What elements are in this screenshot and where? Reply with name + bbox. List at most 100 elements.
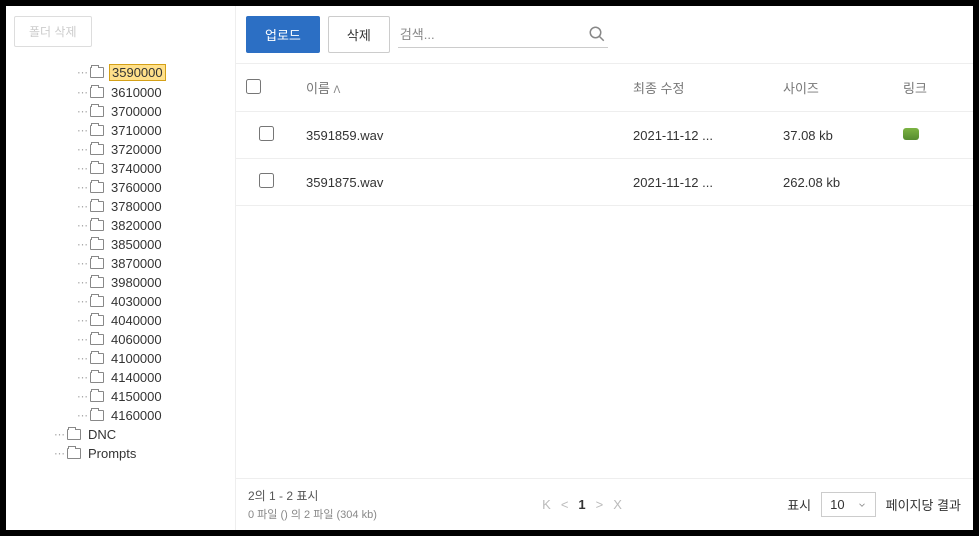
sidebar-item-label: 4100000 <box>109 351 164 366</box>
folder-icon <box>90 334 104 345</box>
sidebar-item-label: 4150000 <box>109 389 164 404</box>
delete-button[interactable]: 삭제 <box>328 16 390 53</box>
footer-bar: 2의 1 - 2 표시 0 파일 () 의 2 파일 (304 kb) K < … <box>236 478 973 530</box>
folder-icon <box>90 391 104 402</box>
tree-connector-icon: ⋯ <box>77 371 88 384</box>
folder-icon <box>90 239 104 250</box>
sidebar-item-3590000[interactable]: ⋯3590000 <box>77 62 227 83</box>
sidebar-item-3740000[interactable]: ⋯ 3740000 <box>77 159 227 178</box>
folder-icon <box>90 87 104 98</box>
link-icon[interactable] <box>903 128 919 140</box>
sidebar-item-label: 4040000 <box>109 313 164 328</box>
sidebar-item-4150000[interactable]: ⋯ 4150000 <box>77 387 227 406</box>
sidebar-tree: 폴더 삭제 ⋯3590000⋯3610000⋯3700000⋯3710000⋯3… <box>6 6 236 530</box>
folder-icon <box>90 106 104 117</box>
table-row[interactable]: 3591859.wav2021-11-12 ...37.08 kb <box>236 112 973 159</box>
sidebar-item-4100000[interactable]: ⋯4100000 <box>77 349 227 368</box>
folder-icon <box>90 353 104 364</box>
prev-page-button[interactable]: < <box>561 497 569 512</box>
current-page: 1 <box>578 497 585 512</box>
tree-connector-icon: ⋯ <box>77 390 88 403</box>
page-size-label: 표시 <box>787 495 811 514</box>
sidebar-item-3780000[interactable]: ⋯ 3780000 <box>77 197 227 216</box>
sidebar-item-3760000[interactable]: ⋯3760000 <box>77 178 227 197</box>
sidebar-item-dnc[interactable]: ⋯ DNC <box>54 425 227 444</box>
tree-connector-icon: ⋯ <box>77 200 88 213</box>
folder-icon <box>90 144 104 155</box>
sidebar-item-label: 3610000 <box>109 85 164 100</box>
sidebar-item-label: 3980000 <box>109 275 164 290</box>
sidebar-item-label: 3780000 <box>109 199 164 214</box>
next-page-button[interactable]: > <box>596 497 604 512</box>
cell-modified: 2021-11-12 ... <box>623 112 773 159</box>
sidebar-item-3980000[interactable]: ⋯ 3980000 <box>77 273 227 292</box>
sidebar-item-label: 3710000 <box>109 123 164 138</box>
tree-connector-icon: ⋯ <box>77 105 88 118</box>
sidebar-item-label: DNC <box>86 427 118 442</box>
tree-connector-icon: ⋯ <box>54 428 65 441</box>
sidebar-item-4040000[interactable]: ⋯ 4040000 <box>77 311 227 330</box>
chevron-down-icon <box>857 500 867 510</box>
column-header-name[interactable]: 이름 ᐱ <box>296 64 623 112</box>
select-all-checkbox[interactable] <box>246 79 261 94</box>
sidebar-item-label: 3870000 <box>109 256 164 271</box>
sidebar-item-3700000[interactable]: ⋯3700000 <box>77 102 227 121</box>
sidebar-item-3710000[interactable]: ⋯ 3710000 <box>77 121 227 140</box>
tree-connector-icon: ⋯ <box>77 238 88 251</box>
upload-button[interactable]: 업로드 <box>246 16 320 53</box>
tree-connector-icon: ⋯ <box>77 162 88 175</box>
sidebar-item-4030000[interactable]: ⋯4030000 <box>77 292 227 311</box>
sidebar-item-3850000[interactable]: ⋯ 3850000 <box>77 235 227 254</box>
folder-icon <box>90 182 104 193</box>
tree-connector-icon: ⋯ <box>77 86 88 99</box>
folder-icon <box>90 277 104 288</box>
table-row[interactable]: 3591875.wav2021-11-12 ...262.08 kb <box>236 159 973 206</box>
sidebar-item-label: 3590000 <box>109 64 166 81</box>
column-header-link[interactable]: 링크 <box>893 64 973 112</box>
tree-connector-icon: ⋯ <box>54 447 65 460</box>
tree-connector-icon: ⋯ <box>77 257 88 270</box>
search-input[interactable] <box>400 27 588 42</box>
folder-icon <box>90 372 104 383</box>
row-checkbox[interactable] <box>259 173 274 188</box>
last-page-button[interactable]: X <box>613 497 622 512</box>
sidebar-item-3820000[interactable]: ⋯3820000 <box>77 216 227 235</box>
column-header-size[interactable]: 사이즈 <box>773 64 893 112</box>
showing-text: 2의 1 - 2 표시 <box>248 487 377 504</box>
column-header-modified[interactable]: 최종 수정 <box>623 64 773 112</box>
results-per-page-label: 페이지당 결과 <box>886 495 961 514</box>
sidebar-item-4160000[interactable]: ⋯4160000 <box>77 406 227 425</box>
sidebar-item-3870000[interactable]: ⋯ 3870000 <box>77 254 227 273</box>
file-count-text: 0 파일 () 의 2 파일 (304 kb) <box>248 506 377 522</box>
sidebar-item-label: 3850000 <box>109 237 164 252</box>
folder-icon <box>90 220 104 231</box>
page-size-select[interactable]: 10 <box>821 492 875 517</box>
file-table-wrap: 이름 ᐱ 최종 수정 사이즈 링크 3591859.wav2021-11-12 … <box>236 63 973 478</box>
sidebar-item-prompts[interactable]: ⋯Prompts <box>54 444 227 463</box>
cell-name: 3591859.wav <box>296 112 623 159</box>
sidebar-item-4060000[interactable]: ⋯ 4060000 <box>77 330 227 349</box>
sidebar-item-3720000[interactable]: ⋯3720000 <box>77 140 227 159</box>
sidebar-item-label: 3820000 <box>109 218 164 233</box>
tree-connector-icon: ⋯ <box>77 276 88 289</box>
sidebar-item-4140000[interactable]: ⋯4140000 <box>77 368 227 387</box>
tree-connector-icon: ⋯ <box>77 124 88 137</box>
tree-connector-icon: ⋯ <box>77 314 88 327</box>
cell-link <box>893 159 973 206</box>
folder-icon <box>90 201 104 212</box>
row-checkbox[interactable] <box>259 126 274 141</box>
folder-icon <box>67 448 81 459</box>
tree-connector-icon: ⋯ <box>77 409 88 422</box>
pagination: K < 1 > X <box>542 497 622 512</box>
sidebar-item-label: 4060000 <box>109 332 164 347</box>
first-page-button[interactable]: K <box>542 497 551 512</box>
tree-connector-icon: ⋯ <box>77 181 88 194</box>
cell-size: 262.08 kb <box>773 159 893 206</box>
file-table: 이름 ᐱ 최종 수정 사이즈 링크 3591859.wav2021-11-12 … <box>236 63 973 206</box>
sidebar-item-3610000[interactable]: ⋯ 3610000 <box>77 83 227 102</box>
sort-asc-icon: ᐱ <box>334 85 341 96</box>
tree-connector-icon: ⋯ <box>77 143 88 156</box>
sidebar-item-label: 3740000 <box>109 161 164 176</box>
search-icon[interactable] <box>588 25 606 43</box>
tree-connector-icon: ⋯ <box>77 333 88 346</box>
